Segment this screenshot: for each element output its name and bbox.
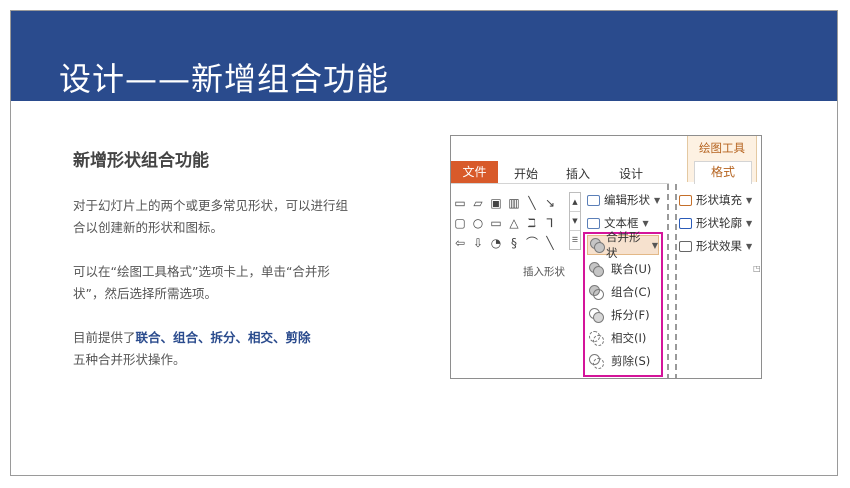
- merge-shapes-icon: [590, 238, 606, 253]
- ribbon-divider: [451, 183, 669, 184]
- shape-outline-label: 形状轮廓: [696, 216, 742, 230]
- shape-icon[interactable]: ℶ: [525, 217, 539, 229]
- shape-row: ▢ ○ ▭ △ ℶ ⅂: [453, 213, 565, 233]
- shape-icon[interactable]: ╲: [543, 237, 557, 249]
- insert-shapes-caption: 插入形状: [523, 266, 565, 278]
- shape-icon[interactable]: ▢: [453, 217, 467, 229]
- shape-icon[interactable]: ▱: [471, 197, 485, 209]
- drawing-tools-context: 绘图工具 格式: [687, 136, 757, 184]
- shape-icon[interactable]: ▭: [453, 197, 467, 209]
- separator: [675, 184, 677, 378]
- ops-prefix: 目前提供了: [73, 330, 136, 345]
- chevron-down-icon: ▼: [642, 218, 649, 228]
- chevron-down-icon: ▼: [746, 195, 753, 205]
- intersect-icon: [589, 331, 604, 346]
- ops-list: 联合、组合、拆分、相交、剪除: [135, 330, 311, 345]
- shape-icon[interactable]: ⇦: [453, 237, 467, 249]
- merge-shapes-button[interactable]: 合并形状 ▼: [587, 230, 659, 260]
- shape-fill-label: 形状填充: [696, 193, 742, 207]
- slide-title: 设计——新增组合功能: [59, 60, 390, 98]
- menu-item-label: 相交(I): [611, 331, 647, 345]
- menu-item-label: 组合(C): [611, 285, 652, 299]
- shape-row: ▭ ▱ ▣ ▥ ╲ ↘: [453, 193, 565, 213]
- tab-design[interactable]: 设计: [619, 165, 643, 182]
- menu-item-intersect[interactable]: 相交(I): [589, 328, 646, 348]
- tab-file[interactable]: 文件: [451, 161, 498, 183]
- title-banner: 设计——新增组合功能: [11, 11, 837, 101]
- shape-effects-button[interactable]: 形状效果 ▼: [679, 238, 752, 254]
- shape-row: ⇦ ⇩ ◔ § ⌒ ╲: [453, 233, 565, 253]
- menu-item-label: 联合(U): [611, 262, 652, 276]
- tab-format[interactable]: 格式: [694, 161, 752, 184]
- shape-icon[interactable]: §: [507, 237, 521, 249]
- scroll-down-icon[interactable]: ▼: [570, 212, 580, 231]
- menu-item-label: 拆分(F): [611, 308, 650, 322]
- paragraph-howto: 可以在“绘图工具格式”选项卡上，单击“合并形状”，然后选择所需选项。: [73, 264, 330, 301]
- combine-icon: [589, 285, 604, 300]
- effects-icon: [679, 240, 692, 252]
- menu-item-fragment[interactable]: 拆分(F): [589, 305, 650, 325]
- chevron-down-icon: ▼: [651, 240, 658, 250]
- pencil-icon: [679, 217, 692, 229]
- paint-bucket-icon: [679, 194, 692, 206]
- shape-icon[interactable]: ╲: [525, 197, 539, 209]
- union-icon: [589, 262, 604, 277]
- scroll-up-icon[interactable]: ▲: [570, 193, 580, 212]
- shape-icon[interactable]: ⅂: [543, 217, 557, 229]
- menu-item-union[interactable]: 联合(U): [589, 259, 651, 279]
- chevron-down-icon: ▼: [654, 195, 661, 205]
- menu-item-subtract[interactable]: 剪除(S): [589, 351, 650, 371]
- shape-fill-button[interactable]: 形状填充 ▼: [679, 192, 752, 208]
- shape-icon[interactable]: ▣: [489, 197, 503, 209]
- tab-insert[interactable]: 插入: [566, 165, 590, 182]
- menu-item-combine[interactable]: 组合(C): [589, 282, 651, 302]
- shape-icon[interactable]: ▭: [489, 217, 503, 229]
- ribbon-tab-bar: 文件 开始 插入 设计 绘图工具 格式: [451, 136, 761, 184]
- shapes-gallery: ▭ ▱ ▣ ▥ ╲ ↘ ▢ ○ ▭ △ ℶ ⅂ ⇦ ⇩ ◔ § ⌒ ╲: [453, 193, 565, 253]
- subtract-icon: [589, 354, 604, 369]
- chevron-down-icon: ▼: [746, 241, 753, 251]
- shape-icon[interactable]: ↘: [543, 197, 557, 209]
- separator: [667, 184, 669, 378]
- shape-icon[interactable]: ▥: [507, 197, 521, 209]
- paragraph-intro: 对于幻灯片上的两个或更多常见形状，可以进行组合以创建新的形状和图标。: [73, 198, 349, 235]
- edit-shape-label: 编辑形状: [604, 193, 650, 207]
- edit-shape-button[interactable]: 编辑形状 ▼: [587, 192, 660, 208]
- drawing-tools-label: 绘图工具: [699, 141, 745, 155]
- section-heading: 新增形状组合功能: [73, 151, 209, 171]
- ops-suffix: 五种合并形状操作。: [73, 352, 186, 367]
- menu-item-label: 剪除(S): [611, 354, 651, 368]
- edit-shape-icon: [587, 194, 600, 206]
- gallery-scroll[interactable]: ▲ ▼ ☰: [569, 192, 581, 250]
- fragment-icon: [589, 308, 604, 323]
- shape-icon[interactable]: ⇩: [471, 237, 485, 249]
- merge-shapes-menu: 合并形状 ▼ 联合(U) 组合(C) 拆分(F) 相交(I) 剪除(S): [583, 230, 663, 377]
- ribbon-screenshot: 文件 开始 插入 设计 绘图工具 格式 ▭ ▱ ▣ ▥ ╲ ↘ ▢ ○ ▭ △ ℶ ⅂ ⇦ ⇩ ◔ § ⌒ ╲…: [450, 135, 762, 379]
- shape-icon[interactable]: ○: [471, 217, 485, 229]
- tab-start[interactable]: 开始: [514, 165, 538, 182]
- shape-outline-button[interactable]: 形状轮廓 ▼: [679, 215, 752, 231]
- textbox-icon: [587, 217, 600, 229]
- gallery-more-icon[interactable]: ☰: [570, 231, 580, 249]
- merge-shapes-label: 合并形状: [606, 230, 641, 260]
- shape-icon[interactable]: ◔: [489, 237, 503, 249]
- shape-icon[interactable]: ⌒: [525, 237, 539, 249]
- dialog-launcher-icon[interactable]: ◳: [753, 264, 761, 273]
- shape-icon[interactable]: △: [507, 217, 521, 229]
- shape-effects-label: 形状效果: [696, 239, 742, 253]
- paragraph-operations: 目前提供了联合、组合、拆分、相交、剪除五种合并形状操作。: [73, 327, 348, 371]
- chevron-down-icon: ▼: [746, 218, 753, 228]
